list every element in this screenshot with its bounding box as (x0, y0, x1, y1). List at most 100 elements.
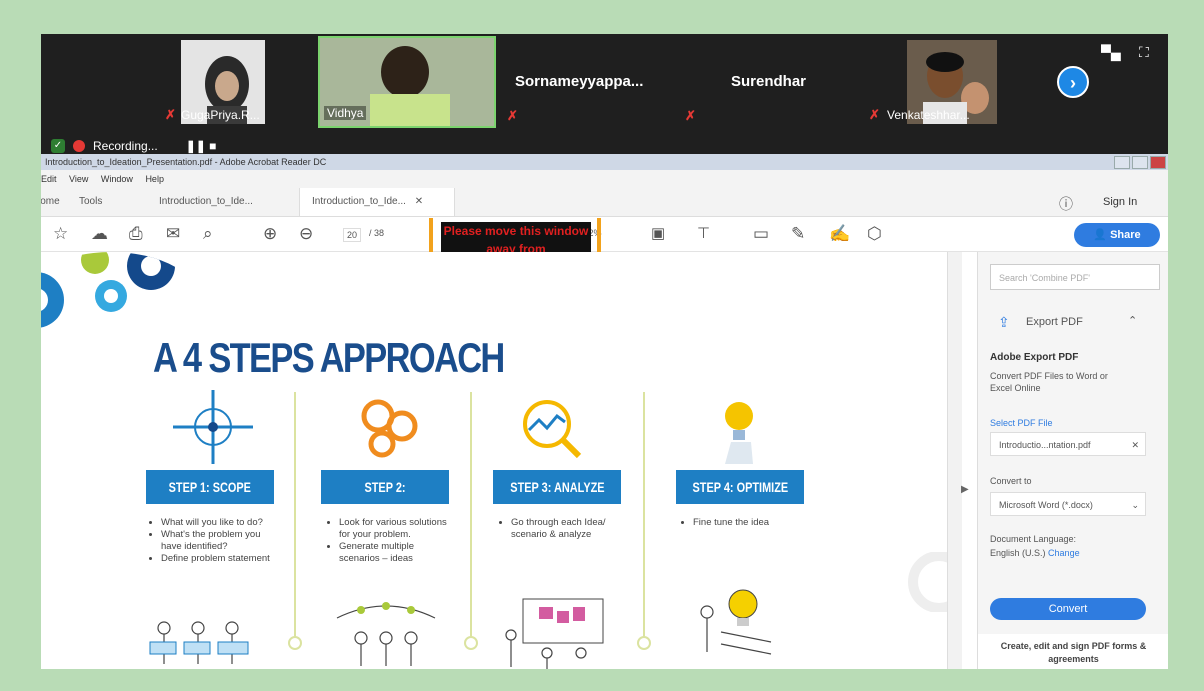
more-tools-icon[interactable]: ⬡ (867, 224, 882, 244)
print-icon[interactable]: ⎙ (129, 224, 143, 244)
maximize-button[interactable] (1132, 156, 1148, 169)
upload-cloud-icon[interactable]: ☁ (91, 224, 108, 244)
mic-muted-icon: ✗ (507, 108, 518, 123)
email-icon[interactable]: ✉ (166, 224, 180, 244)
vertical-scrollbar[interactable] (947, 252, 962, 669)
mic-muted-icon: ✗ (165, 107, 176, 122)
change-language-link[interactable]: Change (1048, 548, 1080, 558)
export-pdf-header[interactable]: ⇪ Export PDF ⌃ (978, 306, 1158, 336)
format-select[interactable]: Microsoft Word (*.docx) ⌄ (990, 492, 1146, 516)
bullet-item: Go through each Idea/ scenario & analyze (511, 517, 621, 541)
step-1-label: STEP 1: SCOPE (146, 470, 274, 504)
close-tab-icon[interactable]: ✕ (415, 196, 423, 207)
previous-page-icon[interactable]: ⊕ (263, 224, 277, 244)
document-language-label: Document Language: (990, 534, 1077, 544)
idea-sketch-illustration (700, 589, 772, 655)
participant-tile-1[interactable]: ✗ GugaPriya.R... (137, 36, 265, 128)
sign-icon[interactable]: ✍ (829, 224, 850, 244)
video-participants-bar: ✗ GugaPriya.R... Vidhya Sornameyyappa...… (41, 34, 1168, 154)
export-description: Convert PDF Files to Word or Excel Onlin… (990, 371, 1108, 393)
menu-edit[interactable]: Edit (41, 174, 57, 184)
window-title-bar: Introduction_to_Ideation_Presentation.pd… (41, 154, 1168, 170)
bullet-item: Fine tune the idea (693, 517, 803, 529)
gears-icon (361, 399, 418, 458)
participant-name: Vidhya (324, 106, 367, 120)
bullet-item: What's the problem you have identified? (161, 529, 281, 553)
participant-tile-5[interactable]: ✗ Venkateshhar... (861, 36, 1041, 128)
sign-in-link[interactable]: Sign In (1103, 196, 1137, 208)
help-icon[interactable]: ⓘ (1059, 194, 1073, 214)
step-4-bullets: Fine tune the idea (683, 517, 803, 529)
tools-panel: Search 'Combine PDF' ⇪ Export PDF ⌃ Adob… (977, 252, 1168, 669)
tab-document-1[interactable]: Introduction_to_Ide... (147, 188, 265, 216)
menu-view[interactable]: View (69, 174, 88, 184)
minimize-button[interactable] (1114, 156, 1130, 169)
presentation-sketch-illustration (505, 598, 604, 669)
participant-name: Venkateshhar... (887, 108, 970, 122)
step-2-bullets: Look for various solutions for your prob… (329, 517, 451, 565)
menu-help[interactable]: Help (145, 174, 164, 184)
menu-window[interactable]: Window (101, 174, 133, 184)
people-sketch-illustration (149, 621, 249, 664)
pause-stop-button[interactable]: ❚❚ ■ (186, 139, 217, 153)
bullet-item: What will you like to do? (161, 517, 281, 529)
lightbulb-icon (725, 402, 753, 464)
chevron-up-icon[interactable]: ⌃ (1128, 314, 1137, 327)
recording-label: Recording... (93, 139, 158, 153)
search-icon[interactable]: ⌕ (203, 224, 213, 244)
select-pdf-file-link[interactable]: Select PDF File (990, 418, 1053, 428)
slide-title: A 4 STEPS APPROACH (153, 334, 505, 381)
step-2-label: STEP 2: GENERATE (321, 470, 449, 529)
participant-tile-2-active[interactable]: Vidhya (318, 36, 496, 128)
step-3-label: STEP 3: ANALYZE (493, 470, 621, 504)
promo-text: Create, edit and sign PDF forms & agreem… (978, 634, 1168, 669)
fit-page-icon[interactable]: ▣ (651, 224, 665, 242)
convert-to-label: Convert to (990, 476, 1032, 486)
chevron-down-icon: ⌄ (1131, 500, 1139, 510)
divider-line (464, 392, 478, 650)
fullscreen-icon[interactable]: ⛶ (1139, 44, 1149, 61)
toolbar: ☆ ☁ ⎙ ✉ ⌕ ⊕ ⊖ 20 / 38 71.2% ▣ ⊤ ▭ ✎ ✍ ⬡ … (41, 217, 1168, 252)
tab-bar: Home Tools Introduction_to_Ide... Introd… (41, 188, 1168, 217)
participant-tile-3[interactable]: Sornameyyappa... ✗ (501, 36, 681, 128)
selected-file-field[interactable]: Introductio...ntation.pdf ✕ (990, 432, 1146, 456)
divider-line (288, 392, 302, 650)
comment-icon[interactable]: ▭ (753, 224, 769, 244)
tab-tools[interactable]: Tools (67, 188, 114, 216)
page-number-input[interactable]: 20 (343, 228, 362, 242)
remove-file-icon[interactable]: ✕ (1131, 433, 1139, 457)
step-1-bullets: What will you like to do? What's the pro… (151, 517, 281, 565)
window-controls (1114, 156, 1166, 169)
bullet-item: Generate multiple scenarios – ideas (339, 541, 451, 565)
scroll-mode-icon[interactable]: ⊤ (697, 224, 710, 242)
view-layout-icon[interactable]: ▀▄ (1101, 44, 1121, 60)
recording-indicator: ✓ Recording... ❚❚ ■ (51, 137, 216, 155)
target-icon (173, 390, 253, 464)
tab-label: Introduction_to_Ide... (312, 196, 406, 207)
divider-line (637, 392, 651, 650)
window-title: Introduction_to_Ideation_Presentation.pd… (45, 157, 327, 167)
tab-document-2[interactable]: Introduction_to_Ide... ✕ (299, 188, 455, 216)
export-pdf-icon: ⇪ (998, 314, 1010, 330)
search-tools-input[interactable]: Search 'Combine PDF' (990, 264, 1160, 290)
participant-tile-4[interactable]: Surendhar ✗ (681, 36, 861, 128)
next-page-icon[interactable]: ⊖ (299, 224, 313, 244)
mic-muted-icon: ✗ (685, 108, 696, 123)
language-value: English (U.S.) (990, 548, 1046, 558)
share-button[interactable]: 👤 Share (1074, 223, 1160, 247)
close-button[interactable] (1150, 156, 1166, 169)
export-pdf-label: Export PDF (1026, 316, 1083, 328)
language-row: English (U.S.) Change (990, 548, 1080, 558)
next-participants-button[interactable]: › (1057, 66, 1089, 98)
record-dot-icon (73, 140, 85, 152)
participant-name: Sornameyyappa... (515, 73, 644, 90)
step-4-label: STEP 4: OPTIMIZE (676, 470, 804, 504)
pen-icon[interactable]: ✎ (791, 224, 805, 244)
file-name: Introductio...ntation.pdf (999, 440, 1091, 450)
participant-name: Surendhar (731, 73, 807, 90)
collapse-panel-icon[interactable]: ▶ (961, 484, 969, 495)
step-3-bullets: Go through each Idea/ scenario & analyze (501, 517, 621, 541)
bookmark-star-icon[interactable]: ☆ (53, 224, 68, 244)
share-label: Share (1110, 229, 1141, 241)
convert-button[interactable]: Convert (990, 598, 1146, 620)
